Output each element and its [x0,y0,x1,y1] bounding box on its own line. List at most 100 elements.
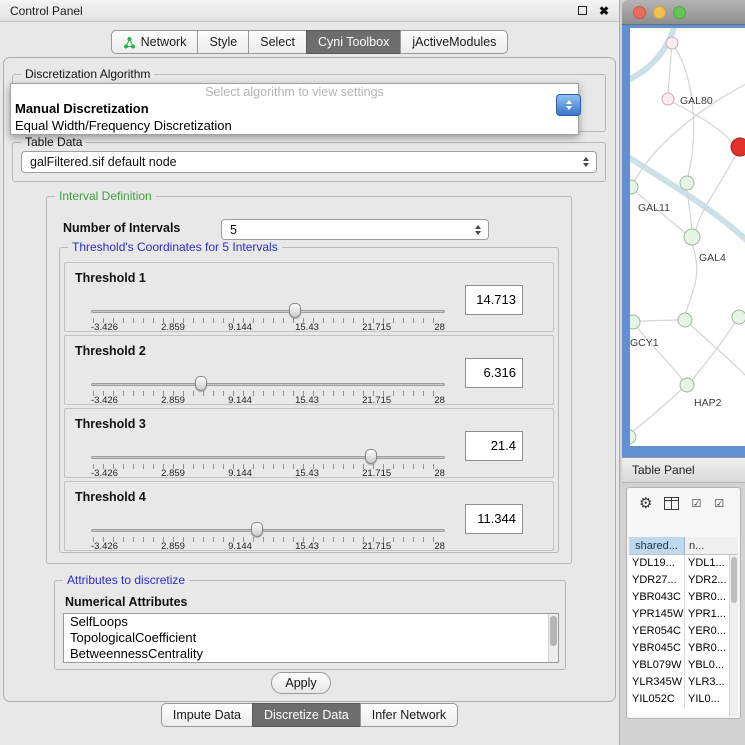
table-data-select[interactable]: galFiltered.sif default node [21,151,597,173]
table-data-group: Table Data galFiltered.sif default node [12,142,606,182]
tab-infer-network[interactable]: Infer Network [360,703,458,727]
table-row[interactable]: YBR043CYBR0... [629,589,738,606]
threshold-slider[interactable] [91,522,445,542]
list-scrollbar[interactable] [548,614,558,662]
slider-thumb[interactable] [251,522,263,537]
tab-label: Impute Data [173,708,241,722]
slider-track[interactable] [91,529,445,532]
select-all-checkbox-icon[interactable]: ☑ [691,497,702,510]
network-view-window: GAL80 GAL11 GAL4 GCY1 HAP2 [622,0,745,457]
dropdown-option-manual-discretization[interactable]: Manual Discretization [11,100,578,117]
tab-label: Discretize Data [264,708,349,722]
interval-definition-group: Interval Definition Number of Intervals … [46,196,572,564]
zoom-traffic-light-icon[interactable] [673,6,686,19]
tab-label: Style [209,35,237,49]
table-data-selected-value: galFiltered.sif default node [30,155,177,169]
table-panel-card: ⚙ ☑ ☑ shared... n... YDL19...YDL1... YDR… [626,487,741,719]
dropdown-option-equal-width[interactable]: Equal Width/Frequency Discretization [11,117,578,134]
node-label: GCY1 [630,337,659,349]
number-of-intervals-value: 5 [230,223,237,237]
algorithm-select-arrows-icon[interactable] [556,94,581,116]
list-item[interactable]: SelfLoops [64,614,558,630]
node[interactable] [732,310,745,324]
table-row[interactable]: YLR345WYLR3... [629,674,738,691]
node-labels: GAL80 GAL11 GAL4 GCY1 HAP2 [630,95,726,409]
table-toolbar: ⚙ ☑ ☑ [627,488,740,518]
threshold-value-field[interactable]: 21.4 [465,431,523,461]
select-checkbox-icon[interactable]: ☑ [714,497,725,510]
threshold-value-field[interactable]: 11.344 [465,504,523,534]
group-title: Threshold's Coordinates for 5 Intervals [68,240,282,254]
tab-label: jActiveModules [412,35,496,49]
column-header-name[interactable]: n... [685,537,738,554]
tab-select[interactable]: Select [248,30,307,54]
tab-jactivemodules[interactable]: jActiveModules [400,30,508,54]
tab-impute-data[interactable]: Impute Data [161,703,253,727]
table-row[interactable]: YBR045CYBR0... [629,640,738,657]
minimize-traffic-light-icon[interactable] [653,6,666,19]
network-view-focus-frame: GAL80 GAL11 GAL4 GCY1 HAP2 [622,25,745,457]
slider-track[interactable] [91,383,445,386]
tab-network[interactable]: Network [111,30,199,54]
table-row[interactable]: YBL079WYBL0... [629,657,738,674]
scrollbar-thumb[interactable] [550,616,557,646]
threshold-slider[interactable] [91,449,445,469]
column-header-shared-name[interactable]: shared... [629,537,685,554]
node-label: GAL4 [699,252,726,264]
tab-style[interactable]: Style [197,30,249,54]
list-item[interactable]: BetweennessCentrality [64,646,558,662]
attributes-group: Attributes to discretize Numerical Attri… [54,580,566,670]
algorithm-dropdown-popup: Select algorithm to view settings Manual… [10,83,579,135]
control-panel: Control Panel ✖ Network Style Select Cyn… [0,0,620,745]
threshold-slider[interactable] [91,303,445,323]
node[interactable] [680,176,694,190]
scrollbar-thumb[interactable] [731,557,737,603]
close-icon[interactable]: ✖ [599,4,609,18]
network-window-titlebar[interactable] [622,0,745,25]
float-window-icon[interactable] [578,6,587,15]
screen: Control Panel ✖ Network Style Select Cyn… [0,0,745,745]
table-row[interactable]: YIL052CYIL0... [629,691,738,708]
slider-track[interactable] [91,456,445,459]
slider-thumb[interactable] [365,449,377,464]
tab-cyni-toolbox[interactable]: Cyni Toolbox [306,30,401,54]
node[interactable] [678,313,692,327]
tab-discretize-data[interactable]: Discretize Data [252,703,361,727]
node[interactable] [666,37,678,49]
node-hap2[interactable] [680,378,694,392]
node[interactable] [662,93,674,105]
slider-track[interactable] [91,310,445,313]
group-title: Attributes to discretize [63,573,189,587]
threshold-value-field[interactable]: 14.713 [465,285,523,315]
node[interactable] [630,430,636,444]
network-canvas[interactable]: GAL80 GAL11 GAL4 GCY1 HAP2 [630,28,745,446]
table-row[interactable]: YER054CYER0... [629,623,738,640]
slider-thumb[interactable] [289,303,301,318]
node-selected-red[interactable] [731,138,745,156]
node-gcy1[interactable] [630,315,640,329]
slider-thumb[interactable] [195,376,207,391]
threshold-label: Threshold 2 [75,344,146,358]
number-of-intervals-select[interactable]: 5 [221,219,489,240]
table-row[interactable]: YDR27...YDR2... [629,572,738,589]
table-row[interactable]: YDL19...YDL1... [629,555,738,572]
control-panel-tabbar: Network Style Select Cyni Toolbox jActiv… [0,30,619,54]
close-traffic-light-icon[interactable] [633,6,646,19]
node-gal4[interactable] [684,229,700,245]
columns-icon[interactable] [664,497,679,510]
threshold-label: Threshold 1 [75,271,146,285]
table-row[interactable]: YPR145WYPR1... [629,606,738,623]
list-item[interactable]: TopologicalCoefficient [64,630,558,646]
slider-scale: -3.426 2.859 9.144 15.43 21.715 28 [91,395,445,406]
apply-button[interactable]: Apply [271,672,331,694]
threshold-slider[interactable] [91,376,445,396]
tab-label: Cyni Toolbox [318,35,389,49]
threshold-row: Threshold 1 -3.426 2.859 9.144 15.43 21.… [64,262,554,332]
network-graph: GAL80 GAL11 GAL4 GCY1 HAP2 [630,28,745,446]
select-arrows-icon [475,225,481,235]
table-scrollbar[interactable] [729,555,738,716]
table-panel-header: Table Panel [622,457,745,483]
table-panel-title: Table Panel [632,463,695,477]
gear-icon[interactable]: ⚙ [639,496,652,511]
threshold-value-field[interactable]: 6.316 [465,358,523,388]
